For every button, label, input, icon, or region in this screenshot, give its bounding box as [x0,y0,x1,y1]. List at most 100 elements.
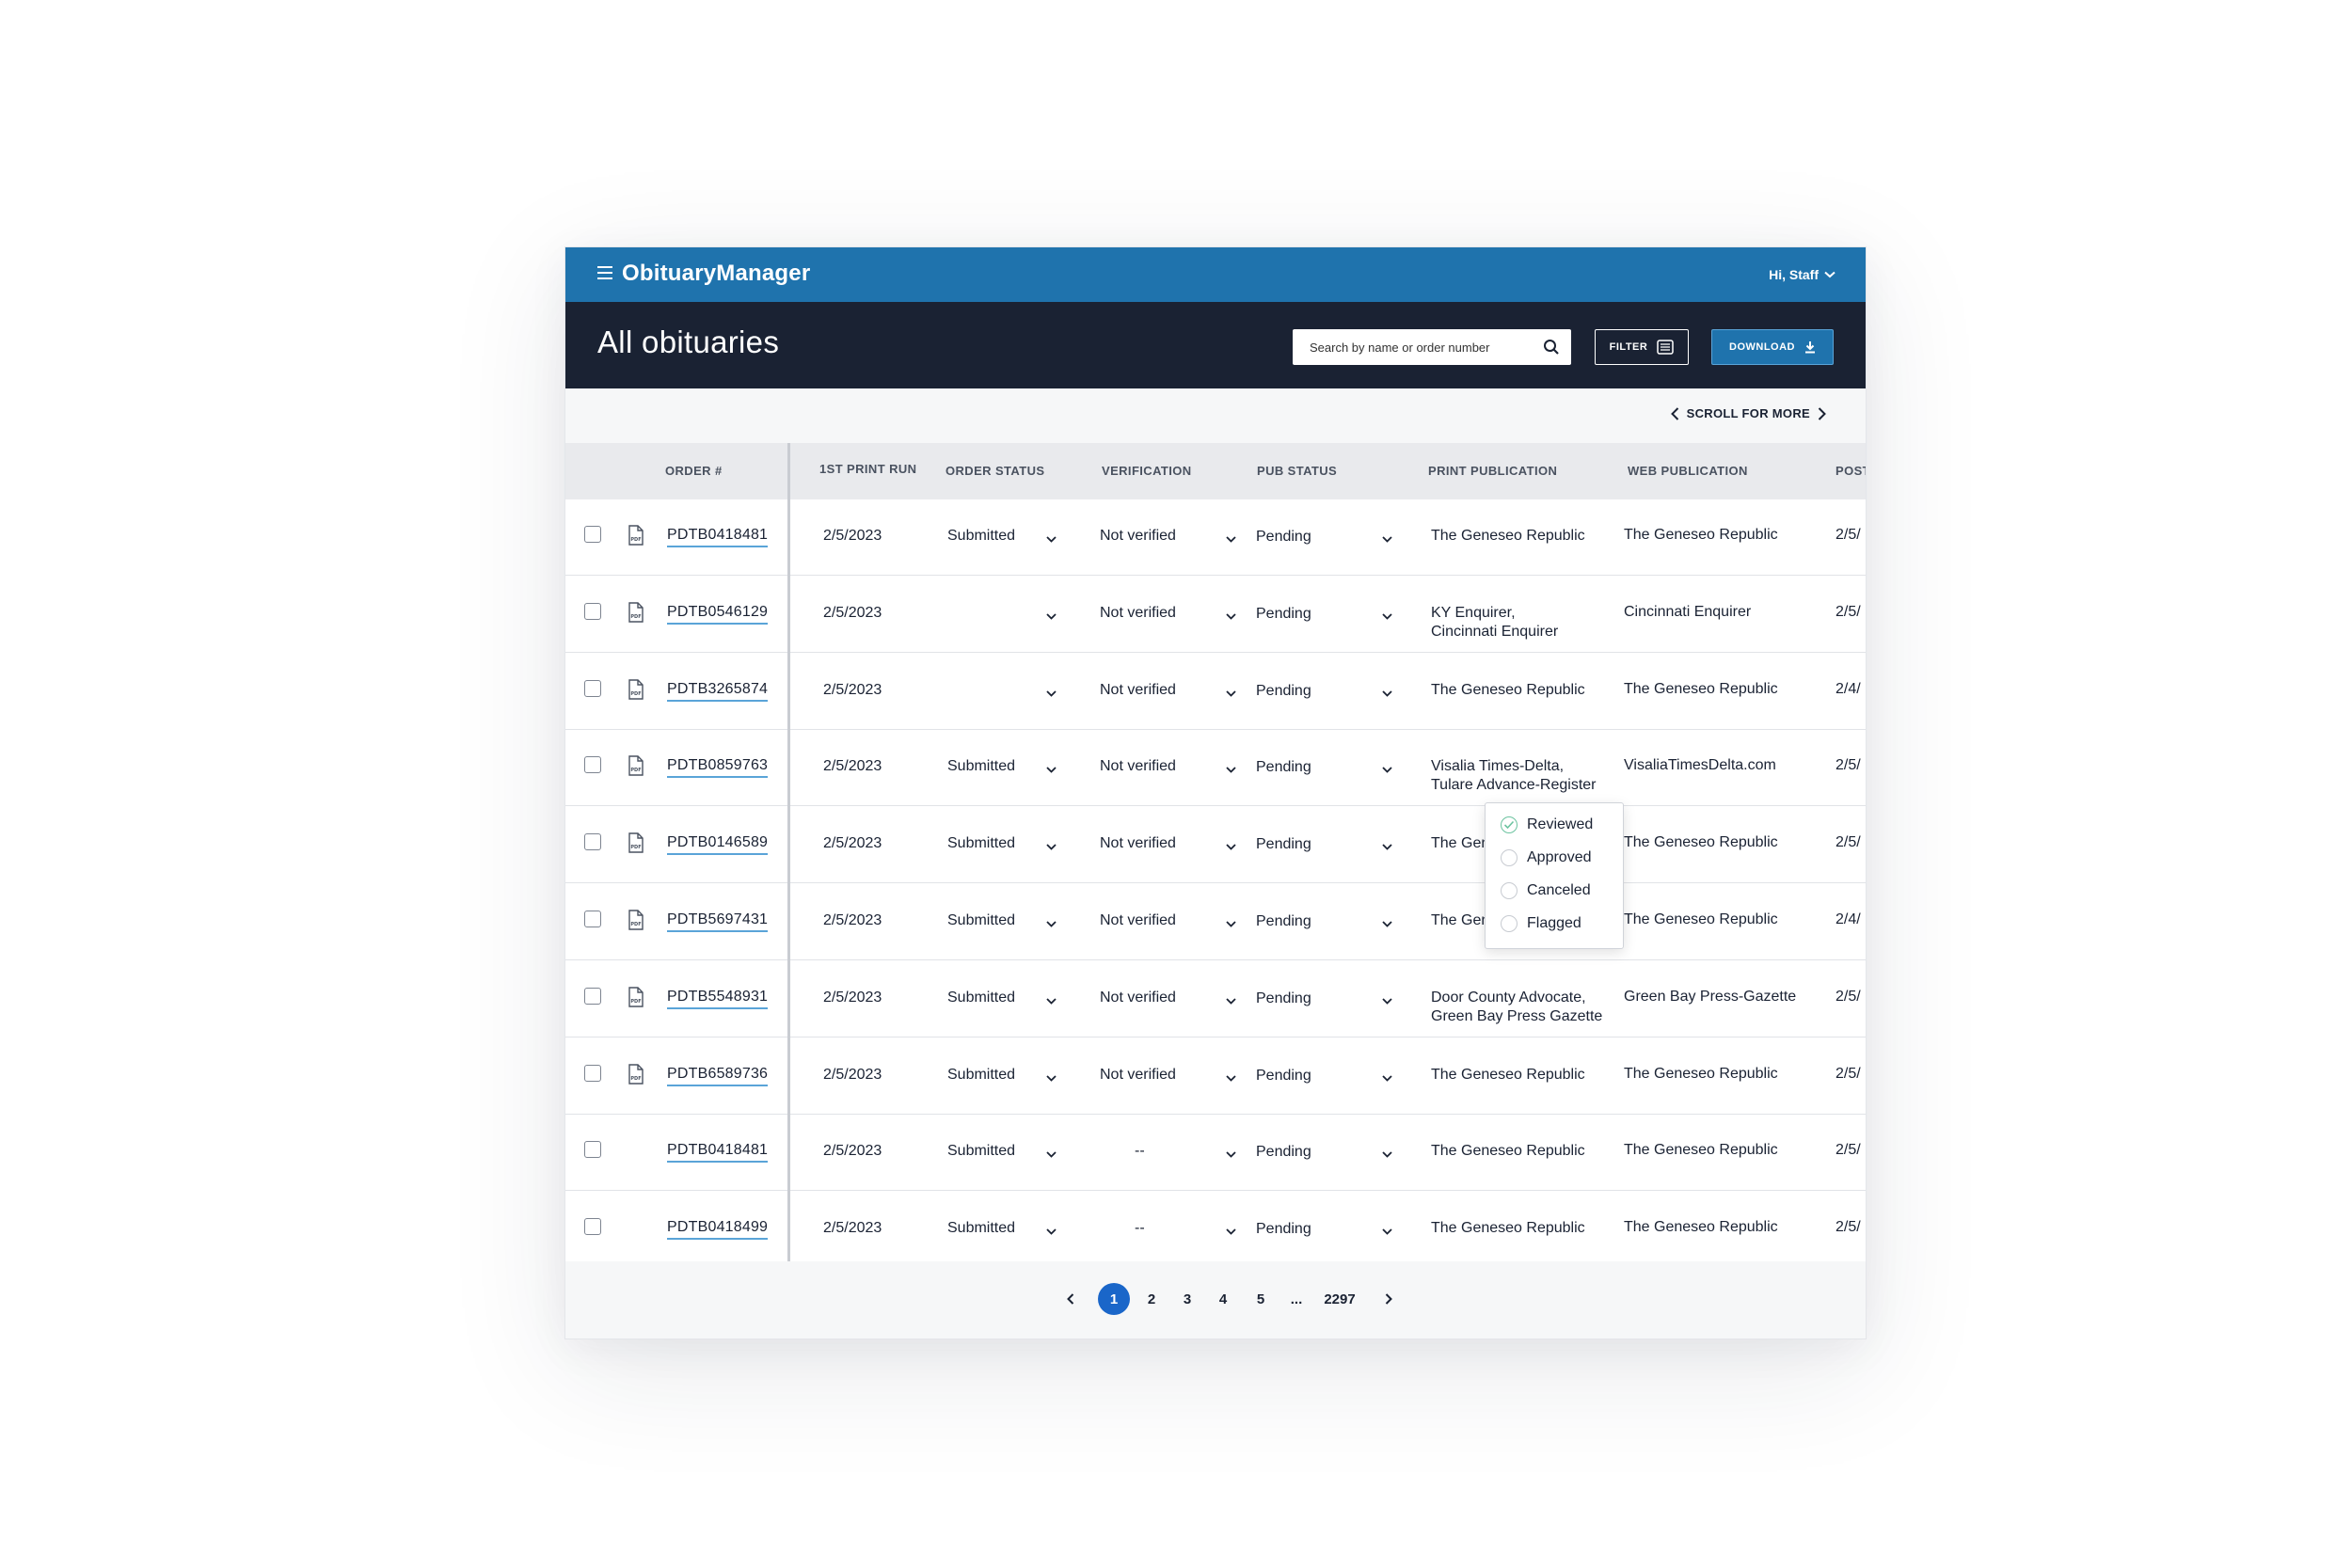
pdf-icon[interactable]: PDF [628,832,644,858]
order-number-link[interactable]: PDTB3265874 [667,681,769,702]
pdf-icon[interactable]: PDF [628,602,644,627]
chevron-down-icon[interactable] [1046,531,1057,547]
chevron-down-icon[interactable] [1046,992,1057,1009]
order-status-select[interactable]: Submitted [947,990,1015,1006]
chevron-down-icon[interactable] [1226,761,1236,778]
pub-status-select[interactable]: Pending [1256,1068,1311,1085]
pdf-icon[interactable]: PDF [628,678,644,705]
chevron-down-icon[interactable] [1046,761,1057,778]
verification-select[interactable]: Not verified [1100,605,1176,622]
row-checkbox[interactable] [584,1141,601,1159]
order-number-link[interactable]: PDTB0146589 [667,834,769,856]
row-checkbox[interactable] [584,526,601,543]
chevron-down-icon[interactable] [1226,1069,1236,1086]
next-page-button[interactable] [1373,1283,1405,1315]
order-status-select[interactable]: Submitted [947,758,1015,775]
table-row[interactable]: PDF PDTB3265874 2/5/2023 Not verified Pendin… [565,653,1866,730]
pdf-icon[interactable]: PDF [628,525,644,550]
row-checkbox[interactable] [584,987,601,1005]
verification-select[interactable]: Not verified [1100,1067,1176,1084]
order-status-select[interactable]: Submitted [947,528,1015,545]
pub-status-select[interactable]: Pending [1256,1221,1311,1238]
order-status-select[interactable]: Submitted [947,1220,1015,1237]
scroll-for-more[interactable]: SCROLL FOR MORE [1670,406,1826,420]
row-checkbox[interactable] [584,833,601,851]
chevron-down-icon[interactable] [1046,838,1057,855]
column-header-order-status[interactable]: ORDER STATUS [946,464,1044,478]
page-button-5[interactable]: 5 [1245,1283,1277,1315]
order-number-link[interactable]: PDTB0418499 [667,1219,769,1241]
pub-status-select[interactable]: Pending [1256,1144,1311,1161]
status-option-canceled[interactable]: Canceled [1501,880,1591,901]
page-button-last[interactable]: 2297 [1324,1283,1356,1315]
pdf-icon[interactable]: PDF [628,1063,644,1089]
pub-status-select[interactable]: Pending [1256,836,1311,853]
verification-select[interactable]: -- [1135,1220,1145,1237]
order-number-link[interactable]: PDTB0418481 [667,527,769,547]
row-checkbox[interactable] [584,679,601,697]
order-status-select[interactable]: Submitted [947,835,1015,852]
chevron-down-icon[interactable] [1226,608,1236,625]
order-number-link[interactable]: PDTB0859763 [667,757,769,779]
chevron-down-icon[interactable] [1382,685,1392,702]
chevron-down-icon[interactable] [1382,915,1392,932]
chevron-down-icon[interactable] [1226,685,1236,702]
status-option-flagged[interactable]: Flagged [1501,913,1581,934]
column-header-print-publication[interactable]: PRINT PUBLICATION [1428,464,1557,478]
chevron-down-icon[interactable] [1382,1069,1392,1086]
prev-page-button[interactable] [1055,1283,1087,1315]
verification-select[interactable]: Not verified [1100,990,1176,1006]
chevron-down-icon[interactable] [1382,992,1392,1009]
row-checkbox[interactable] [584,1218,601,1236]
chevron-down-icon[interactable] [1382,838,1392,855]
chevron-down-icon[interactable] [1046,1223,1057,1240]
chevron-down-icon[interactable] [1382,1146,1392,1163]
order-number-link[interactable]: PDTB5548931 [667,989,769,1009]
row-checkbox[interactable] [584,602,601,620]
table-row[interactable]: PDF PDTB6589736 2/5/2023 Submitted Not verif… [565,1037,1866,1115]
row-checkbox[interactable] [584,756,601,774]
row-checkbox[interactable] [584,1064,601,1082]
page-button-2[interactable]: 2 [1136,1283,1168,1315]
pdf-icon[interactable]: PDF [628,910,644,935]
chevron-down-icon[interactable] [1226,915,1236,932]
pub-status-select[interactable]: Pending [1256,759,1311,776]
chevron-down-icon[interactable] [1046,608,1057,625]
table-row[interactable]: PDF PDTB0859763 2/5/2023 Submitted Not verif… [565,730,1866,807]
page-button-3[interactable]: 3 [1171,1283,1203,1315]
table-row[interactable]: PDF PDTB0418481 2/5/2023 Submitted Not verif… [565,499,1866,576]
chevron-right-icon[interactable] [1818,406,1826,420]
chevron-down-icon[interactable] [1226,1223,1236,1240]
column-header-print-run[interactable]: 1ST PRINT RUN [819,462,916,476]
order-status-select[interactable]: Submitted [947,1067,1015,1084]
table-row[interactable]: PDF PDTB5548931 2/5/2023 Submitted Not verif… [565,960,1866,1037]
pub-status-select[interactable]: Pending [1256,529,1311,546]
chevron-down-icon[interactable] [1046,1069,1057,1086]
chevron-down-icon[interactable] [1382,531,1392,547]
column-header-post[interactable]: POST [1836,464,1866,478]
page-button-4[interactable]: 4 [1207,1283,1239,1315]
row-checkbox[interactable] [584,911,601,927]
column-header-web-publication[interactable]: WEB PUBLICATION [1628,464,1748,478]
column-header-pub-status[interactable]: PUB STATUS [1257,464,1337,478]
order-number-link[interactable]: PDTB0418481 [667,1142,769,1164]
chevron-down-icon[interactable] [1046,1146,1057,1163]
verification-select[interactable]: Not verified [1100,912,1176,929]
menu-icon[interactable] [597,266,612,281]
order-status-select[interactable]: Submitted [947,1143,1015,1160]
verification-select[interactable]: Not verified [1100,528,1176,545]
chevron-down-icon[interactable] [1046,915,1057,932]
page-button-1[interactable]: 1 [1098,1283,1130,1315]
verification-select[interactable]: -- [1135,1143,1145,1160]
pdf-icon[interactable]: PDF [628,987,644,1012]
table-row[interactable]: PDF PDTB0146589 2/5/2023 Submitted Not verif… [565,807,1866,884]
pub-status-select[interactable]: Pending [1256,683,1311,700]
order-number-link[interactable]: PDTB0546129 [667,604,769,625]
chevron-down-icon[interactable] [1382,608,1392,625]
order-number-link[interactable]: PDTB5697431 [667,911,769,932]
user-menu[interactable]: Hi, Staff [1769,267,1836,282]
chevron-left-icon[interactable] [1670,406,1679,420]
chevron-down-icon[interactable] [1226,1146,1236,1163]
status-option-approved[interactable]: Approved [1501,847,1592,868]
chevron-down-icon[interactable] [1046,685,1057,702]
